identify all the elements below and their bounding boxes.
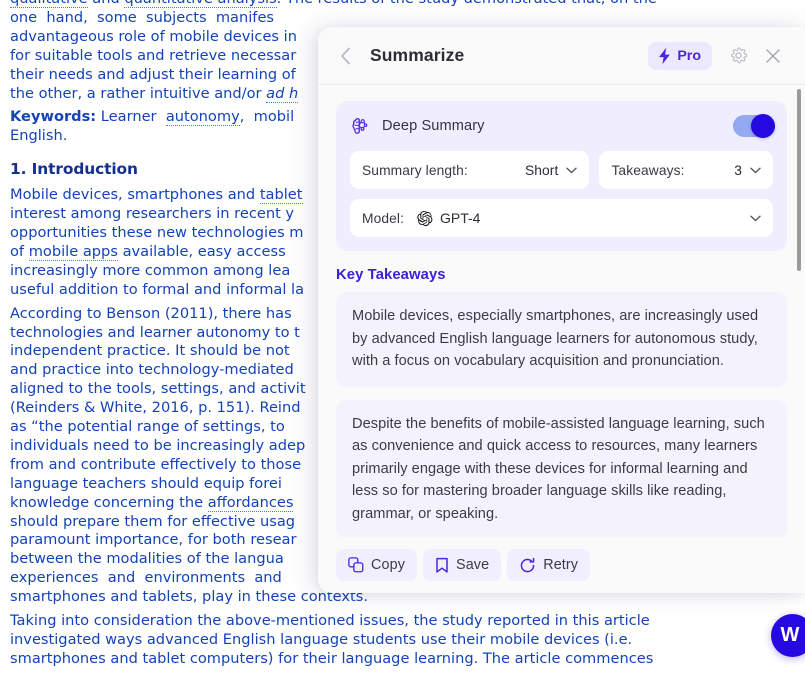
save-label: Save [456, 557, 490, 573]
summary-settings-card: Deep Summary Summary length: Short Takea… [336, 101, 787, 251]
panel-actions: Copy Save Retry [318, 537, 805, 593]
pro-label: Pro [677, 47, 701, 64]
summary-options-row: Summary length: Short Takeaways: 3 [350, 151, 773, 189]
summary-length-select[interactable]: Summary length: Short [350, 151, 590, 189]
deep-summary-row: Deep Summary [350, 113, 775, 139]
panel-body: Deep Summary Summary length: Short Takea… [318, 85, 805, 537]
copy-button[interactable]: Copy [336, 549, 417, 581]
takeaways-label: Takeaways: [611, 162, 685, 178]
doc-term-mobile-apps: mobile apps [28, 242, 118, 261]
chevron-down-icon [750, 167, 761, 174]
doc-term-qualitative: qualitative [10, 0, 88, 8]
keywords-label: Keywords: [10, 108, 97, 126]
panel-header: Summarize Pro [318, 27, 805, 85]
chevron-down-icon [750, 215, 761, 222]
retry-button[interactable]: Retry [507, 549, 591, 581]
refresh-icon [519, 557, 536, 574]
screen: qualitative and quantitative analysis. T… [0, 0, 805, 674]
model-select[interactable]: Model: GPT-4 [350, 199, 773, 237]
summary-length-label: Summary length: [362, 162, 468, 178]
key-takeaways-title: Key Takeaways [336, 267, 446, 283]
copy-label: Copy [371, 557, 405, 573]
toggle-knob [751, 114, 775, 138]
takeaway-card: Despite the benefits of mobile-assisted … [336, 399, 787, 537]
retry-label: Retry [543, 557, 579, 573]
takeaways-value: 3 [734, 162, 742, 178]
chevron-down-icon [566, 167, 578, 174]
wordtune-badge-label: W [780, 624, 800, 646]
chevron-left-icon[interactable] [330, 41, 360, 71]
openai-icon [416, 210, 433, 227]
copy-icon [348, 557, 364, 573]
doc-term-quantitative: quantitative analysis [124, 0, 277, 8]
save-button[interactable]: Save [423, 549, 502, 581]
lightning-bolt-icon [657, 47, 672, 65]
closing-paragraph: Taking into consideration the above-ment… [10, 612, 654, 667]
model-label: Model: [362, 210, 405, 226]
close-icon[interactable] [759, 42, 787, 70]
brain-icon [350, 116, 370, 136]
summarize-panel: Summarize Pro Deep Summary Summary lengt… [318, 27, 805, 593]
gear-icon[interactable] [724, 42, 752, 70]
pro-badge-button[interactable]: Pro [648, 41, 712, 70]
takeaway-card: Mobile devices, especially smartphones, … [336, 292, 787, 387]
panel-title: Summarize [370, 45, 465, 65]
bookmark-icon [435, 557, 449, 574]
doc-term-affordances: affordances [207, 493, 294, 512]
summary-length-value: Short [524, 162, 559, 178]
doc-term-tablet: tablet [259, 186, 303, 205]
deep-summary-label: Deep Summary [382, 118, 485, 134]
panel-scrollbar-thumb[interactable] [797, 89, 801, 271]
model-value: GPT-4 [440, 210, 481, 226]
doc-term-autonomy: autonomy [165, 108, 240, 127]
takeaways-count-select[interactable]: Takeaways: 3 [599, 151, 773, 189]
doc-term-adhoc: ad h [266, 84, 299, 103]
deep-summary-toggle[interactable] [733, 114, 775, 138]
